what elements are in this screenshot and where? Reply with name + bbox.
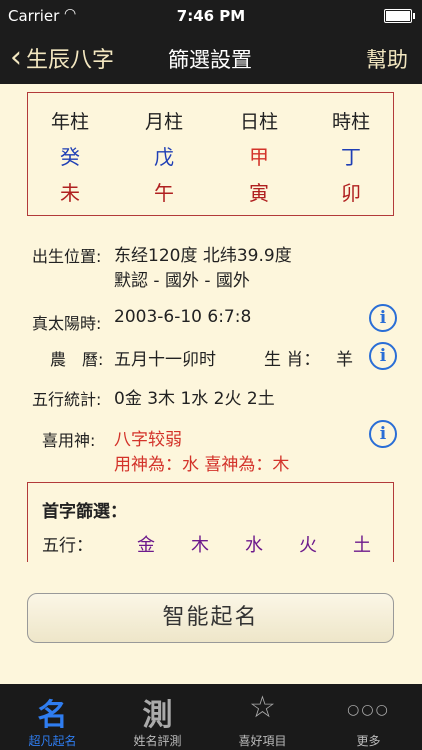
filter-element-wood[interactable]: 木: [191, 531, 209, 557]
xiyong-strength: 八字较弱: [114, 430, 182, 450]
four-pillars-box: 年柱 月柱 日柱 時柱 癸 戊 甲 丁 未 午 寅 卯: [27, 92, 394, 216]
pillar-header-day: 日柱: [239, 111, 278, 133]
pillar-header-year: 年柱: [50, 111, 89, 133]
first-char-filter-title: 首字篩選：: [42, 502, 127, 522]
pillar-branch-day: 寅: [249, 181, 269, 205]
navigation-bar: ‹ 生辰八字 篩選設置 幫助: [0, 32, 422, 84]
pillar-branch-hour: 卯: [341, 181, 361, 205]
pillar-branch-month: 午: [154, 181, 174, 205]
pillar-stem-year: 癸: [60, 145, 80, 169]
pillar-header-hour: 時柱: [331, 111, 370, 133]
filter-element-metal[interactable]: 金: [137, 531, 155, 557]
zodiac-label: 生 肖：: [264, 350, 321, 370]
wuxing-stat-label: 五行統計:: [32, 390, 102, 409]
tab-naming-label: 超凡起名: [28, 734, 77, 748]
xiyong-label: 喜用神:: [42, 431, 96, 450]
status-bar: Carrier ◠ 7:46 PM: [0, 0, 422, 32]
tab-name-evaluation-label: 姓名評測: [133, 734, 182, 748]
lunar-label: 農 曆:: [50, 350, 104, 369]
tab-naming[interactable]: 名 超凡起名: [0, 684, 105, 750]
filter-wuxing-label: 五行：: [42, 536, 93, 556]
pillar-stem-month: 戊: [154, 145, 174, 169]
filter-element-earth[interactable]: 土: [353, 531, 371, 557]
pillar-branch-year: 未: [60, 181, 80, 205]
battery-icon: [384, 9, 415, 23]
first-char-filter-box: 首字篩選： 五行： 金 木 水 火 土: [27, 482, 394, 562]
filter-element-fire[interactable]: 火: [299, 531, 317, 557]
pillar-stem-day: 甲: [249, 145, 269, 169]
back-label: 生辰八字: [26, 48, 115, 73]
xiyong-shen-value: 用神為：水 喜神為：木: [114, 455, 290, 475]
evaluate-icon: 測: [142, 698, 173, 733]
smart-naming-button[interactable]: 智能起名: [27, 593, 394, 643]
xiyong-info-icon[interactable]: i: [369, 420, 397, 448]
solar-time-label: 真太陽時:: [32, 314, 102, 333]
filter-element-water[interactable]: 水: [245, 531, 263, 557]
status-time: 7:46 PM: [176, 7, 246, 25]
page-title: 篩選設置: [168, 48, 252, 72]
tab-bar: 名 超凡起名 測 姓名評測 ☆ 喜好項目 ○○○ 更多: [0, 684, 422, 750]
help-button[interactable]: 幫助: [366, 44, 408, 74]
tab-more-label: 更多: [356, 734, 381, 748]
chevron-left-icon: ‹: [10, 40, 22, 75]
solar-time-value: 2003-6-10 6:7:8: [114, 307, 252, 327]
lunar-info-icon[interactable]: i: [369, 342, 397, 370]
birthplace-coordinates: 东经120度 北纬39.9度: [114, 246, 292, 266]
wuxing-stat-value: 0金 3木 1水 2火 2土: [114, 389, 275, 409]
birthplace-location: 默認 - 國外 - 國外: [114, 271, 250, 291]
pillar-header-month: 月柱: [144, 111, 183, 133]
tab-more[interactable]: ○○○ 更多: [316, 684, 421, 750]
pillar-stem-hour: 丁: [341, 145, 361, 169]
tab-favorites[interactable]: ☆ 喜好項目: [210, 684, 315, 750]
back-button[interactable]: ‹ 生辰八字: [10, 42, 114, 74]
naming-icon: 名: [37, 698, 68, 733]
solar-time-info-icon[interactable]: i: [369, 304, 397, 332]
zodiac-value: 羊: [336, 350, 353, 370]
tab-name-evaluation[interactable]: 測 姓名評測: [105, 684, 210, 750]
star-icon: ☆: [249, 690, 276, 725]
lunar-value: 五月十一卯时: [114, 350, 216, 370]
more-icon: ○○○: [347, 702, 390, 718]
tab-favorites-label: 喜好項目: [238, 734, 287, 748]
birthplace-label: 出生位置:: [32, 247, 102, 266]
